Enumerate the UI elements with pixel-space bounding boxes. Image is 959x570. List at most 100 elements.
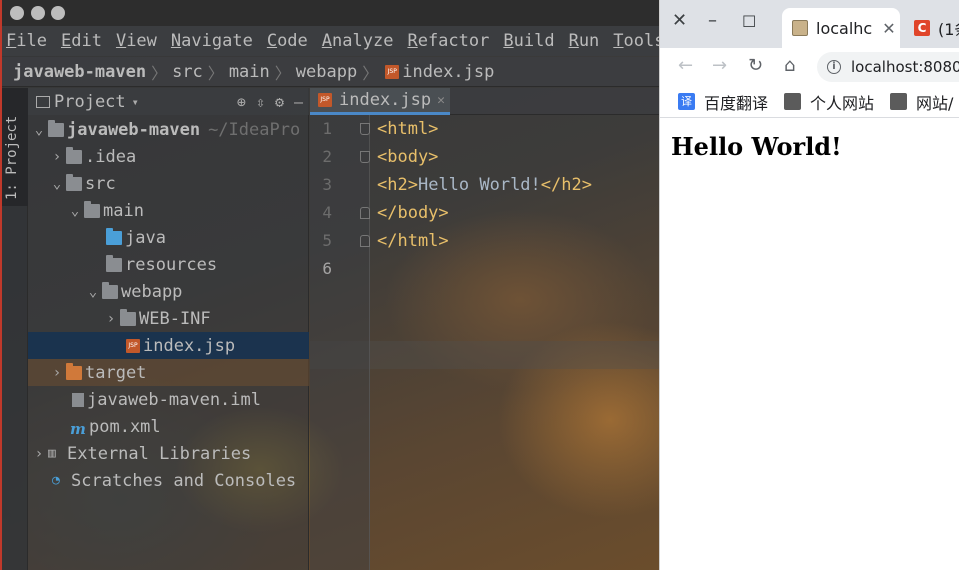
breadcrumb-project[interactable]: javaweb-maven (13, 62, 146, 82)
menu-view[interactable]: View (116, 31, 157, 51)
locate-target-icon[interactable]: ⊕ (237, 93, 246, 111)
bookmark-site[interactable]: 网站/ (890, 90, 953, 114)
chevron-right-icon[interactable]: › (50, 149, 64, 165)
close-tab-icon[interactable]: ✕ (882, 19, 895, 38)
jsp-file-icon: JSP (318, 93, 332, 107)
minimize-icon[interactable]: – (708, 10, 717, 31)
avatar-icon (890, 93, 908, 110)
browser-tab-localhost[interactable]: localhc ✕ (782, 8, 900, 48)
tree-item-idea[interactable]: › .idea (28, 143, 309, 170)
code-text: Hello World! (417, 175, 541, 195)
fold-marker-icon[interactable] (360, 207, 370, 219)
line-number: 2 (322, 147, 332, 166)
chevron-right-icon[interactable]: › (32, 446, 46, 462)
chevron-right-icon[interactable]: › (50, 365, 64, 381)
tree-item-label: WEB-INF (139, 308, 211, 329)
maven-icon: m (70, 419, 86, 438)
editor-tab-label: index.jsp (339, 90, 432, 110)
tree-item-src[interactable]: ⌄ src (28, 170, 309, 197)
code-line-5[interactable]: </html> (377, 231, 449, 251)
chevron-right-icon[interactable]: › (104, 311, 118, 327)
close-icon[interactable]: ✕ (437, 93, 445, 108)
chevron-down-icon[interactable]: ⌄ (68, 203, 82, 219)
chevron-right-icon: 〉 (274, 63, 291, 83)
breadcrumb-index-jsp[interactable]: index.jsp (402, 62, 494, 82)
excluded-folder-icon (66, 362, 82, 380)
tree-item-scratches[interactable]: ◔ Scratches and Consoles (28, 467, 309, 494)
bookmark-baidu-translate[interactable]: 译 百度翻译 (678, 90, 768, 114)
breadcrumb-src[interactable]: src (172, 62, 203, 82)
address-bar[interactable]: i localhost:8080 (817, 52, 959, 82)
site-info-icon[interactable]: i (827, 60, 841, 74)
gear-icon[interactable]: ⚙ (275, 93, 284, 111)
tree-item-index-jsp[interactable]: JSP index.jsp (28, 332, 309, 359)
bookmark-label: 个人网站 (810, 93, 875, 113)
breadcrumb-main[interactable]: main (229, 62, 270, 82)
close-icon[interactable]: ✕ (672, 10, 687, 31)
fold-marker-icon[interactable] (360, 235, 370, 247)
close-window-dot[interactable] (10, 6, 24, 20)
minimize-window-dot[interactable] (31, 6, 45, 20)
project-tool-tab-label: 1: Project (4, 115, 20, 200)
tree-item-target[interactable]: › target (28, 359, 309, 386)
menu-file[interactable]: File (6, 31, 47, 51)
browser-toolbar: ← → ↻ ⌂ i localhost:8080 (660, 48, 959, 86)
reload-icon[interactable]: ↻ (748, 55, 763, 76)
tree-item-main[interactable]: ⌄ main (28, 197, 309, 224)
chevron-down-icon[interactable]: ⌄ (86, 284, 100, 300)
home-icon[interactable]: ⌂ (784, 55, 795, 76)
tree-item-resources[interactable]: resources (28, 251, 309, 278)
bookmark-personal-site[interactable]: 个人网站 (784, 90, 874, 114)
menu-tools[interactable]: Tools (613, 31, 660, 51)
project-panel: Project ▾ ⊕ ⇳ ⚙ — ⌄ javaweb-maven ~/Idea… (28, 88, 309, 570)
tree-item-webapp[interactable]: ⌄ webapp (28, 278, 309, 305)
code-line-3[interactable]: <h2>Hello World!</h2> (377, 175, 592, 195)
tree-item-label: webapp (121, 281, 183, 302)
tree-item-label: .idea (85, 146, 137, 167)
tree-item-label: External Libraries (67, 443, 252, 464)
forward-arrow-icon[interactable]: → (712, 55, 727, 76)
tree-item-label: javaweb-maven (67, 119, 201, 140)
menu-edit[interactable]: Edit (61, 31, 102, 51)
menu-navigate[interactable]: Navigate (171, 31, 253, 51)
code-line-1[interactable]: <html> (377, 119, 438, 139)
menu-build[interactable]: Build (503, 31, 554, 51)
code-tag-open: <h2> (377, 175, 418, 195)
menu-run[interactable]: Run (569, 31, 600, 51)
browser-tab-csdn[interactable]: C (1条 (904, 8, 959, 48)
fold-marker-icon[interactable] (360, 151, 370, 163)
minimize-panel-icon[interactable]: — (294, 93, 303, 111)
chevron-right-icon: 〉 (151, 63, 168, 83)
project-panel-title[interactable]: Project (54, 92, 126, 112)
fold-marker-icon[interactable] (360, 123, 370, 135)
tree-item-web-inf[interactable]: › WEB-INF (28, 305, 309, 332)
code-line-4[interactable]: </body> (377, 203, 449, 223)
maximize-icon[interactable]: ☐ (742, 12, 756, 31)
page-favicon-icon (792, 20, 808, 36)
tree-item-pom[interactable]: m pom.xml (28, 413, 309, 440)
module-folder-icon (48, 119, 64, 137)
tab-index-jsp[interactable]: JSP index.jsp ✕ (310, 88, 450, 115)
jsp-file-icon: JSP (385, 64, 400, 79)
chevron-down-icon[interactable]: ⌄ (32, 122, 46, 138)
menu-refactor[interactable]: Refactor (407, 31, 489, 51)
breadcrumb-webapp[interactable]: webapp (296, 62, 357, 82)
chevron-down-icon[interactable]: ⌄ (50, 176, 64, 192)
tree-item-project-root[interactable]: ⌄ javaweb-maven ~/IdeaPro (28, 116, 309, 143)
menu-analyze[interactable]: Analyze (322, 31, 394, 51)
collapse-all-icon[interactable]: ⇳ (256, 93, 265, 111)
tree-item-java[interactable]: java (28, 224, 309, 251)
intellij-ide-window: File Edit View Navigate Code Analyze Ref… (0, 0, 660, 570)
tree-item-label: src (85, 173, 116, 194)
back-arrow-icon[interactable]: ← (678, 55, 693, 76)
breadcrumb: javaweb-maven 〉 src 〉 main 〉 webapp 〉 JS… (0, 57, 660, 87)
tree-item-iml[interactable]: javaweb-maven.iml (28, 386, 309, 413)
tree-item-external-libraries[interactable]: › ▥ External Libraries (28, 440, 309, 467)
maximize-window-dot[interactable] (51, 6, 65, 20)
line-number: 3 (322, 175, 332, 194)
code-line-2[interactable]: <body> (377, 147, 438, 167)
menu-code[interactable]: Code (267, 31, 308, 51)
code-editor: JSP index.jsp ✕ 1 2 3 4 5 6 <html> <body… (310, 88, 660, 570)
dropdown-arrow-icon[interactable]: ▾ (132, 95, 139, 109)
scratches-icon: ◔ (52, 472, 60, 488)
